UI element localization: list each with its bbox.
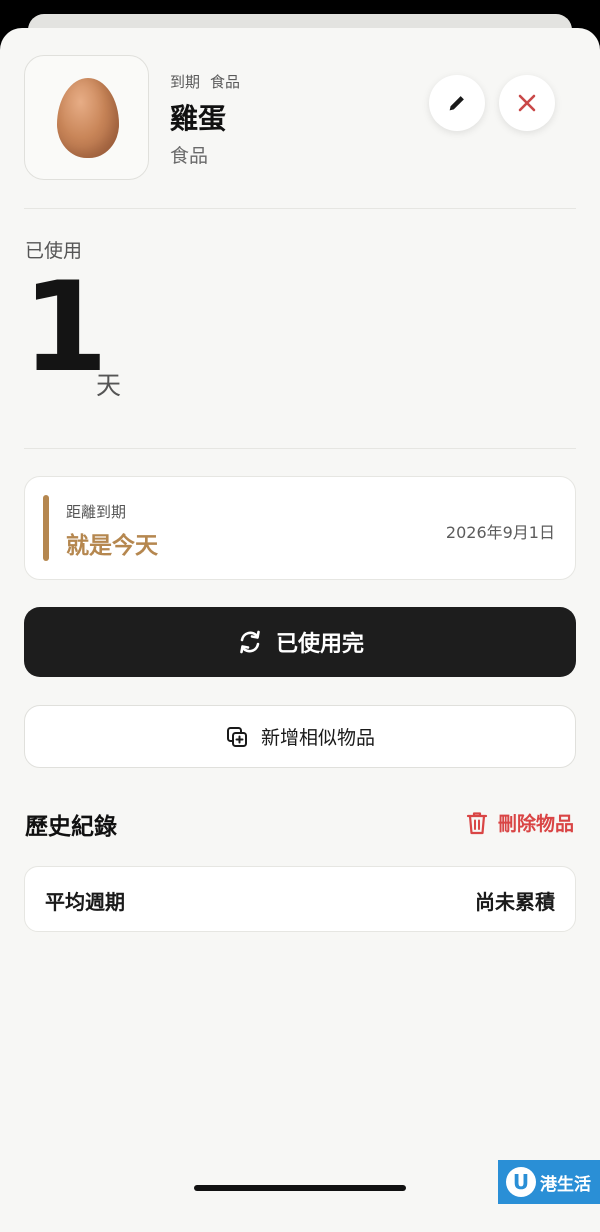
watermark-text: 港生活 (540, 1174, 591, 1195)
item-detail-sheet: 到期食品 雞蛋 食品 已使用 1 天 距離到期 就是今天 2026年9月1日 (0, 28, 600, 1232)
close-icon (518, 94, 536, 112)
expiry-status: 就是今天 (66, 533, 158, 559)
used-up-label: 已使用完 (275, 632, 364, 657)
expiry-accent-bar (43, 495, 49, 561)
stat-label: 平均週期 (45, 890, 125, 914)
item-name: 雞蛋 (170, 102, 227, 135)
stat-value: 尚未累積 (475, 890, 555, 914)
watermark-mark: U (506, 1167, 536, 1197)
delete-item-label: 刪除物品 (497, 813, 574, 835)
edit-button[interactable] (429, 75, 485, 131)
trash-icon (466, 811, 488, 835)
item-thumbnail (24, 55, 149, 180)
delete-item-button[interactable]: 刪除物品 (466, 809, 574, 836)
stat-row-average-cycle: 平均週期 尚未累積 (24, 866, 576, 932)
divider (24, 448, 576, 449)
add-similar-label: 新增相似物品 (260, 727, 375, 749)
tag-expiry: 到期 (170, 73, 201, 91)
copy-add-icon (225, 725, 249, 749)
refresh-icon (236, 628, 264, 656)
expiry-card: 距離到期 就是今天 2026年9月1日 (24, 476, 576, 580)
tag-food: 食品 (210, 73, 241, 91)
item-tags: 到期 食品 (170, 71, 250, 92)
used-days-count: 1 (22, 256, 108, 400)
expiry-date: 2026年9月1日 (445, 523, 555, 542)
used-up-button[interactable]: 已使用完 (24, 607, 576, 677)
close-button[interactable] (499, 75, 555, 131)
divider (24, 208, 576, 209)
add-similar-button[interactable]: 新增相似物品 (24, 705, 576, 768)
watermark-logo: U 港生活 (498, 1160, 600, 1204)
item-category: 食品 (170, 145, 209, 167)
expiry-label: 距離到期 (66, 503, 127, 521)
history-title: 歷史紀錄 (25, 814, 117, 840)
egg-icon (57, 78, 119, 158)
used-days-unit: 天 (96, 371, 122, 400)
home-indicator[interactable] (194, 1185, 406, 1191)
pencil-icon (449, 96, 464, 111)
